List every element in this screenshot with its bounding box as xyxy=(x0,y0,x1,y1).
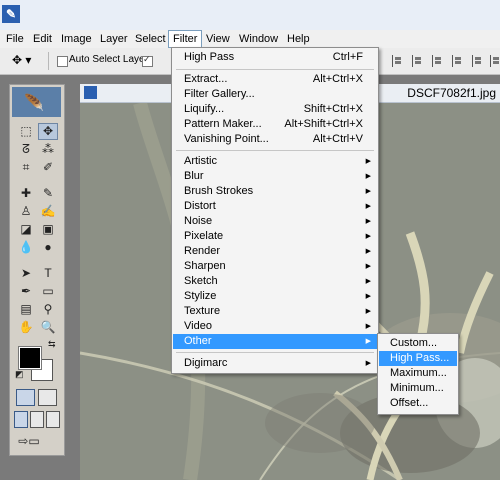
eraser-tool-icon[interactable]: ◪ xyxy=(16,221,36,238)
menu-item-distort[interactable]: Distort ▶ xyxy=(173,199,377,214)
submenu-item-high-pass[interactable]: High Pass... xyxy=(379,351,457,366)
menu-separator xyxy=(176,150,374,151)
filter-menu: High Pass Ctrl+F Extract... Alt+Ctrl+X Fil… xyxy=(171,47,379,374)
path-selection-tool-icon[interactable]: ➤ xyxy=(16,265,36,282)
submenu-item-maximum[interactable]: Maximum... xyxy=(379,366,457,381)
menu-item-other[interactable]: Other ▶ xyxy=(173,334,377,349)
menu-image[interactable]: Image xyxy=(57,31,96,47)
jump-to-imageready-icon[interactable]: ⇨▭ xyxy=(16,433,42,450)
menu-item-stylize[interactable]: Stylize ▶ xyxy=(173,289,377,304)
history-brush-tool-icon[interactable]: ✍ xyxy=(38,203,58,220)
photoshop-app-icon[interactable]: ✎ xyxy=(2,5,20,23)
menu-item-digimarc[interactable]: Digimarc ▶ xyxy=(173,356,377,371)
type-tool-icon[interactable]: T xyxy=(38,265,58,282)
swap-colors-icon[interactable]: ⇆ xyxy=(48,339,56,350)
menu-item-pixelate[interactable]: Pixelate ▶ xyxy=(173,229,377,244)
other-submenu: Custom... High Pass... Maximum... Minimu… xyxy=(377,333,459,415)
distribute-bottom-icon[interactable] xyxy=(490,55,500,67)
brush-tool-icon[interactable]: ✎ xyxy=(38,185,58,202)
menu-item-pattern-maker[interactable]: Pattern Maker... Alt+Shift+Ctrl+X xyxy=(173,117,377,132)
align-bottom-icon[interactable] xyxy=(432,55,444,67)
distribute-top-icon[interactable] xyxy=(452,55,464,67)
menu-item-render[interactable]: Render ▶ xyxy=(173,244,377,259)
lasso-tool-icon[interactable]: ᘔ xyxy=(16,141,36,158)
menu-separator xyxy=(176,69,374,70)
document-title: DSCF7082f1.jpg xyxy=(407,86,496,100)
align-top-icon[interactable] xyxy=(392,55,404,67)
distribute-center-icon[interactable] xyxy=(472,55,484,67)
zoom-tool-icon[interactable]: 🔍 xyxy=(38,319,58,336)
submenu-item-custom[interactable]: Custom... xyxy=(379,336,457,351)
menu-help[interactable]: Help xyxy=(283,31,314,47)
marquee-tool-icon[interactable]: ⬚ xyxy=(16,123,36,140)
auto-select-group-checkbox[interactable] xyxy=(142,54,153,67)
menu-item-brush-strokes[interactable]: Brush Strokes ▶ xyxy=(173,184,377,199)
blur-tool-icon[interactable]: 💧 xyxy=(16,239,36,256)
menu-filter[interactable]: Filter xyxy=(168,30,203,48)
move-tool-icon[interactable]: ✥ xyxy=(38,123,58,140)
slice-tool-icon[interactable]: ✐ xyxy=(38,159,58,176)
menu-window[interactable]: Window xyxy=(235,31,282,47)
move-tool-preset-icon[interactable]: ✥ ▾ xyxy=(12,53,40,69)
menu-layer[interactable]: Layer xyxy=(96,31,132,47)
clone-stamp-tool-icon[interactable]: ♙ xyxy=(16,203,36,220)
auto-select-layer-label: Auto Select Layer xyxy=(69,54,148,65)
gradient-tool-icon[interactable]: ▣ xyxy=(38,221,58,238)
full-screen-menu-mode-button[interactable] xyxy=(30,411,44,428)
toolbox-header: 🪶 xyxy=(12,87,61,117)
standard-mode-button[interactable] xyxy=(16,389,35,406)
shape-tool-icon[interactable]: ▭ xyxy=(38,283,58,300)
menu-item-filter-gallery[interactable]: Filter Gallery... xyxy=(173,87,377,102)
menu-item-sketch[interactable]: Sketch ▶ xyxy=(173,274,377,289)
menu-item-vanishing-point[interactable]: Vanishing Point... Alt+Ctrl+V xyxy=(173,132,377,147)
pen-tool-icon[interactable]: ✒ xyxy=(16,283,36,300)
menu-view[interactable]: View xyxy=(202,31,234,47)
submenu-item-minimum[interactable]: Minimum... xyxy=(379,381,457,396)
submenu-item-offset[interactable]: Offset... xyxy=(379,396,457,411)
menu-item-liquify[interactable]: Liquify... Shift+Ctrl+X xyxy=(173,102,377,117)
menu-item-noise[interactable]: Noise ▶ xyxy=(173,214,377,229)
notes-tool-icon[interactable]: ▤ xyxy=(16,301,36,318)
hand-tool-icon[interactable]: ✋ xyxy=(16,319,36,336)
standard-screen-mode-button[interactable] xyxy=(14,411,28,428)
menu-item-last-filter[interactable]: High Pass Ctrl+F xyxy=(173,50,377,65)
menu-file[interactable]: File xyxy=(2,31,28,47)
menu-select[interactable]: Select xyxy=(131,31,170,47)
healing-brush-tool-icon[interactable]: ✚ xyxy=(16,185,36,202)
menu-item-blur[interactable]: Blur ▶ xyxy=(173,169,377,184)
menu-item-extract[interactable]: Extract... Alt+Ctrl+X xyxy=(173,72,377,87)
dodge-tool-icon[interactable]: ● xyxy=(38,239,58,256)
full-screen-mode-button[interactable] xyxy=(46,411,60,428)
auto-select-layer-checkbox[interactable] xyxy=(57,56,68,67)
menu-item-video[interactable]: Video ▶ xyxy=(173,319,377,334)
document-icon xyxy=(84,86,97,99)
menu-item-sharpen[interactable]: Sharpen ▶ xyxy=(173,259,377,274)
menu-item-texture[interactable]: Texture ▶ xyxy=(173,304,377,319)
feather-icon: 🪶 xyxy=(24,95,44,112)
title-bar: ✎ xyxy=(0,0,500,31)
default-colors-icon[interactable]: ◩ xyxy=(15,369,24,380)
crop-tool-icon[interactable]: ⌗ xyxy=(16,159,36,176)
align-center-icon[interactable] xyxy=(412,55,424,67)
menu-edit[interactable]: Edit xyxy=(29,31,56,47)
magic-wand-tool-icon[interactable]: ⁂ xyxy=(38,141,58,158)
menu-item-artistic[interactable]: Artistic ▶ xyxy=(173,154,377,169)
menu-separator xyxy=(176,352,374,353)
quick-mask-mode-button[interactable] xyxy=(38,389,57,406)
toolbox: 🪶 ⬚ ✥ ᘔ ⁂ ⌗ ✐ ✚ ✎ ♙ ✍ ◪ ▣ 💧 ● ➤ T ✒ ▭ ▤ … xyxy=(9,84,65,456)
foreground-color-swatch[interactable] xyxy=(18,346,42,370)
options-separator xyxy=(48,52,49,70)
eyedropper-tool-icon[interactable]: ⚲ xyxy=(38,301,58,318)
